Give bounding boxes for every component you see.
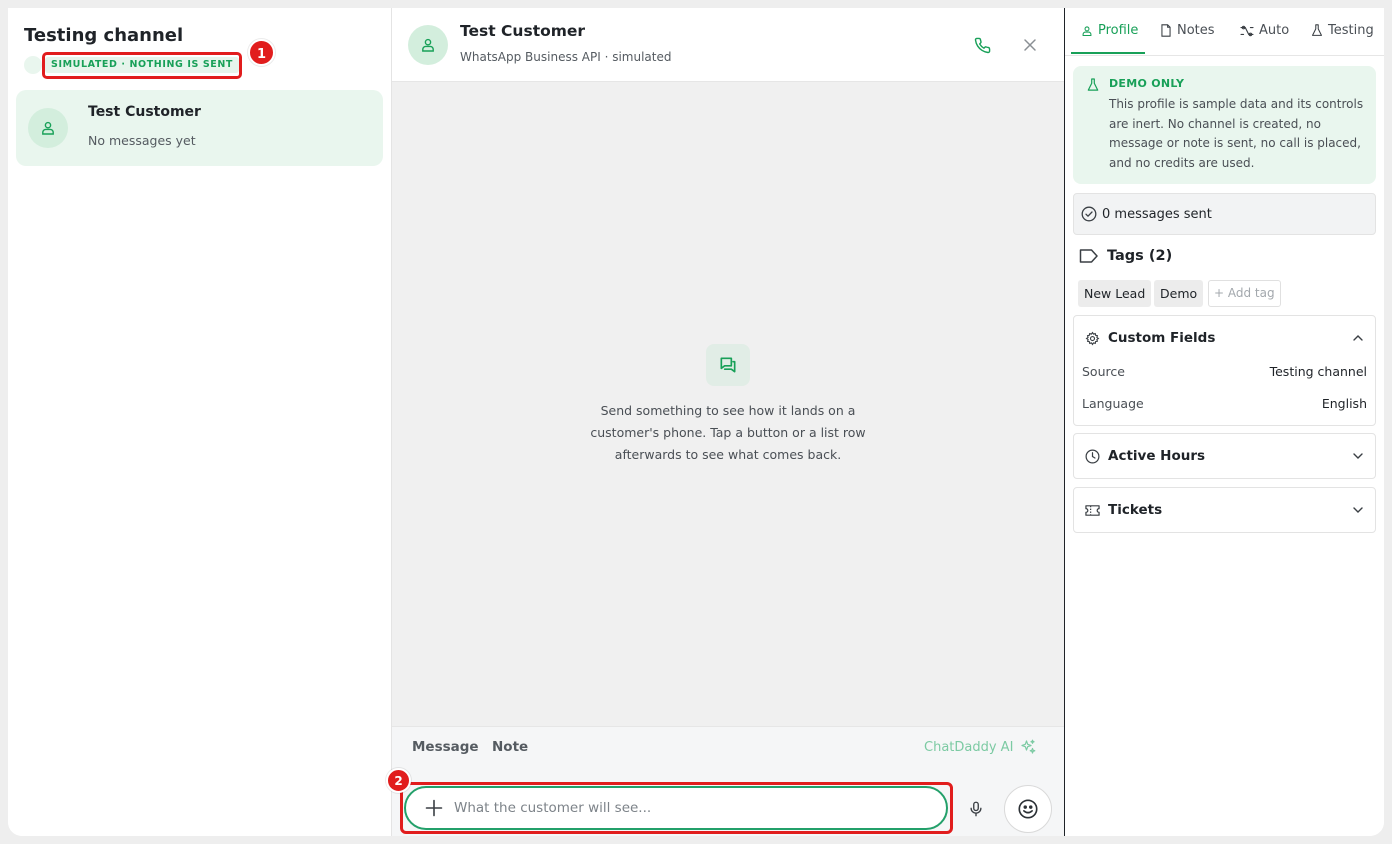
tab-message[interactable]: Message — [412, 739, 479, 755]
flask-icon — [1087, 78, 1099, 91]
tab-note[interactable]: Note — [492, 739, 528, 755]
avatar — [408, 25, 448, 65]
avatar — [28, 108, 68, 148]
tab-auto[interactable]: Auto — [1240, 23, 1289, 38]
conversation-preview: No messages yet — [88, 133, 196, 148]
annotation-highlight-1 — [42, 52, 242, 79]
plus-icon — [425, 799, 443, 817]
app-window: Testing channel SIMULATED · NOTHING IS S… — [8, 8, 1384, 836]
call-button[interactable] — [970, 33, 994, 57]
voice-button[interactable] — [964, 797, 988, 821]
custom-field-row: Language English — [1082, 396, 1367, 411]
user-icon — [1082, 25, 1092, 36]
field-value: Testing channel — [1269, 364, 1367, 379]
annotation-marker-1: 1 — [248, 39, 275, 66]
tag-chip[interactable]: Demo — [1154, 280, 1204, 307]
tags-header: Tags (2) — [1079, 248, 1172, 264]
user-icon — [42, 121, 54, 135]
demo-title: DEMO ONLY — [1109, 77, 1185, 90]
conversation-item[interactable]: Test Customer No messages yet — [16, 90, 383, 166]
active-hours-title: Active Hours — [1108, 448, 1206, 464]
clock-icon — [1084, 448, 1100, 464]
chat-area: Test Customer WhatsApp Business API · si… — [386, 8, 1064, 836]
custom-fields-section: Custom Fields Source Testing channel Lan… — [1073, 315, 1376, 426]
active-hours-header[interactable]: Active Hours — [1074, 434, 1375, 478]
message-input-wrapper — [404, 786, 948, 830]
contact-panel: Profile Notes Auto Testing DEMO ONLY Thi… — [1064, 8, 1384, 836]
gear-icon — [1084, 330, 1100, 346]
emoji-button[interactable] — [1004, 785, 1052, 833]
sparkle-icon — [1021, 739, 1036, 754]
ticket-icon — [1084, 502, 1100, 518]
tab-notes[interactable]: Notes — [1160, 23, 1215, 38]
field-key: Source — [1082, 364, 1125, 379]
composer: Message Note ChatDaddy AI 2 — [386, 726, 1064, 836]
active-hours-section: Active Hours — [1073, 433, 1376, 479]
conversation-name: Test Customer — [88, 104, 201, 120]
custom-fields-title: Custom Fields — [1108, 330, 1216, 346]
chat-bubbles-icon — [706, 344, 750, 386]
annotation-marker-2: 2 — [386, 768, 411, 793]
tab-profile[interactable]: Profile — [1081, 23, 1138, 38]
status-dot — [24, 56, 42, 74]
tab-label: Testing — [1328, 23, 1374, 38]
ai-label: ChatDaddy AI — [924, 739, 1014, 755]
chatdaddy-ai-button[interactable]: ChatDaddy AI — [924, 738, 1037, 756]
smiley-icon — [1018, 799, 1038, 819]
tickets-title: Tickets — [1108, 502, 1163, 518]
flask-icon — [1312, 24, 1322, 36]
conversation-sidebar: Testing channel SIMULATED · NOTHING IS S… — [8, 8, 392, 836]
messages-sent-row: 0 messages sent — [1073, 193, 1376, 235]
tab-testing[interactable]: Testing — [1311, 23, 1374, 38]
messages-sent-count: 0 messages sent — [1102, 206, 1212, 222]
check-circle-icon — [1080, 205, 1098, 223]
chevron-down-icon — [1351, 503, 1365, 517]
phone-icon — [974, 37, 990, 53]
empty-state-text: Send something to see how it lands on a … — [590, 403, 866, 462]
custom-fields-header[interactable]: Custom Fields — [1074, 316, 1375, 360]
auto-icon — [1240, 25, 1254, 36]
microphone-icon — [970, 801, 982, 817]
field-key: Language — [1082, 396, 1144, 411]
tab-label: Auto — [1259, 23, 1290, 38]
tickets-section: Tickets — [1073, 487, 1376, 533]
user-icon — [422, 38, 434, 52]
close-button[interactable] — [1018, 33, 1042, 57]
demo-body: This profile is sample data and its cont… — [1109, 97, 1364, 170]
demo-notice: DEMO ONLY This profile is sample data an… — [1073, 66, 1376, 184]
tab-label: Notes — [1177, 23, 1215, 38]
tag-chip[interactable]: New Lead — [1078, 280, 1152, 307]
file-icon — [1161, 24, 1171, 37]
panel-tabs: Profile Notes Auto Testing — [1065, 8, 1384, 56]
add-tag-button[interactable]: + Add tag — [1208, 280, 1281, 307]
chat-contact-subtitle: WhatsApp Business API · simulated — [460, 50, 672, 64]
tickets-header[interactable]: Tickets — [1074, 488, 1375, 532]
sidebar-title: Testing channel — [24, 25, 184, 46]
tab-label: Profile — [1098, 23, 1139, 38]
field-value: English — [1321, 396, 1367, 411]
tags-title: Tags (2) — [1107, 248, 1173, 264]
tag-icon — [1079, 249, 1098, 263]
chat-header: Test Customer WhatsApp Business API · si… — [392, 8, 1064, 82]
active-tab-underline — [1071, 52, 1145, 54]
close-icon — [1024, 39, 1036, 51]
chat-contact-name: Test Customer — [460, 22, 586, 40]
attach-button[interactable] — [424, 798, 444, 818]
chevron-up-icon — [1351, 331, 1365, 345]
message-input[interactable] — [454, 800, 924, 816]
custom-field-row: Source Testing channel — [1082, 364, 1367, 379]
chevron-down-icon — [1351, 449, 1365, 463]
